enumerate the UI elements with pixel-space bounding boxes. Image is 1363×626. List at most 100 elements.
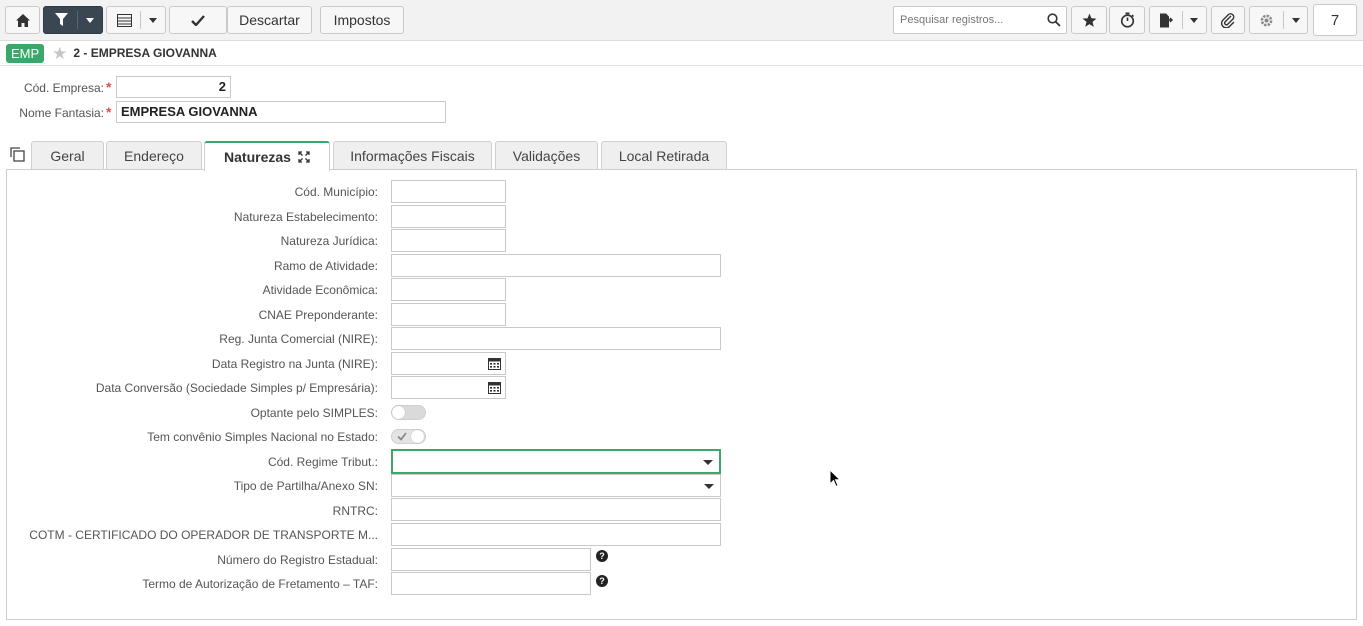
- nome-fantasia-field[interactable]: EMPRESA GIOVANNA: [116, 101, 446, 123]
- star-icon[interactable]: ★: [52, 45, 67, 62]
- mouse-cursor-icon: [829, 469, 841, 488]
- tab-local-retirada[interactable]: Local Retirada: [601, 141, 727, 170]
- rntrc-label: RNTRC:: [332, 504, 378, 518]
- numero-registro-estadual-input[interactable]: [391, 548, 591, 571]
- home-button[interactable]: [5, 6, 40, 34]
- cod-regime-tribut-label: Cód. Regime Tribut.:: [267, 455, 378, 469]
- search-box: [893, 6, 1067, 34]
- termo-autorizacao-input[interactable]: [391, 572, 591, 595]
- data-conversao-label: Data Conversão (Sociedade Simples p/ Emp…: [95, 381, 378, 395]
- gear-icon: [1260, 14, 1273, 26]
- filter-icon: [55, 13, 68, 26]
- discard-button[interactable]: Descartar: [227, 6, 312, 34]
- natureza-juridica-label: Natureza Jurídica:: [280, 234, 378, 248]
- required-marker: *: [106, 79, 112, 95]
- toolbar: Descartar Impostos 7: [0, 0, 1363, 41]
- stopwatch-icon: [1120, 12, 1134, 28]
- search-icon[interactable]: [1047, 13, 1061, 27]
- data-conversao-input[interactable]: [391, 376, 506, 399]
- cnae-preponderante-label: CNAE Preponderante:: [258, 308, 378, 322]
- tipo-partilha-label: Tipo de Partilha/Anexo SN:: [233, 479, 378, 493]
- divider: [0, 65, 1363, 66]
- record-counter-value: 7: [1330, 11, 1340, 29]
- filter-button[interactable]: [43, 6, 103, 34]
- tab-informacoes-fiscais[interactable]: Informações Fiscais: [333, 141, 492, 170]
- optante-simples-toggle[interactable]: [391, 405, 426, 420]
- ramo-atividade-input[interactable]: [391, 254, 721, 277]
- chevron-down-icon: [703, 460, 713, 465]
- breadcrumb: EMP ★ 2 - EMPRESA GIOVANNA: [6, 43, 217, 63]
- cod-regime-tribut-select[interactable]: [391, 449, 721, 474]
- home-icon: [15, 13, 30, 27]
- tab-naturezas[interactable]: Naturezas: [204, 141, 330, 171]
- search-input[interactable]: [898, 13, 1046, 27]
- natureza-juridica-input[interactable]: [391, 229, 506, 252]
- page-title: 2 - EMPRESA GIOVANNA: [73, 46, 217, 60]
- tab-label: Local Retirada: [618, 148, 710, 164]
- tipo-partilha-select[interactable]: [391, 474, 721, 497]
- export-button[interactable]: [1149, 6, 1207, 34]
- tab-label: Naturezas: [224, 149, 291, 165]
- favorite-button[interactable]: [1071, 6, 1107, 34]
- paperclip-icon: [1220, 13, 1235, 28]
- cod-empresa-label: Cód. Empresa:: [23, 81, 104, 95]
- tab-label: Geral: [50, 148, 85, 164]
- natureza-estabelecimento-label: Natureza Estabelecimento:: [233, 210, 378, 224]
- check-icon: [397, 432, 407, 441]
- view-mode-button[interactable]: [106, 6, 166, 34]
- chevron-down-icon[interactable]: [149, 18, 157, 23]
- rntrc-input[interactable]: [391, 498, 721, 521]
- tab-validacoes[interactable]: Validações: [495, 141, 598, 170]
- tab-endereco[interactable]: Endereço: [106, 141, 202, 170]
- tab-label: Informações Fiscais: [350, 148, 475, 164]
- cod-empresa-field[interactable]: 2: [116, 76, 231, 98]
- divider: [77, 11, 78, 29]
- confirm-button[interactable]: [169, 6, 227, 34]
- divider: [1182, 11, 1183, 29]
- atividade-economica-input[interactable]: [391, 278, 506, 301]
- reg-junta-comercial-label: Reg. Junta Comercial (NIRE):: [219, 332, 378, 346]
- cod-municipio-input[interactable]: [391, 180, 506, 203]
- tab-label: Validações: [512, 148, 581, 164]
- expand-icon[interactable]: [298, 151, 310, 163]
- record-counter[interactable]: 7: [1313, 4, 1357, 36]
- chevron-down-icon[interactable]: [86, 18, 94, 23]
- data-registro-junta-label: Data Registro na Junta (NIRE):: [211, 357, 378, 371]
- data-registro-junta-input[interactable]: [391, 352, 506, 375]
- numero-registro-estadual-label: Número do Registro Estadual:: [217, 553, 378, 567]
- divider: [1283, 11, 1284, 29]
- cod-municipio-label: Cód. Município:: [294, 185, 378, 199]
- help-icon[interactable]: ?: [596, 550, 608, 562]
- tab-label: Endereço: [124, 148, 184, 164]
- divider: [140, 11, 141, 29]
- calendar-icon[interactable]: [488, 381, 501, 394]
- convenio-simples-label: Tem convênio Simples Nacional no Estado:: [147, 430, 378, 444]
- chevron-down-icon[interactable]: [1292, 18, 1300, 23]
- toggle-knob: [411, 430, 424, 443]
- check-icon: [191, 14, 205, 26]
- entity-badge: EMP: [6, 43, 45, 63]
- chevron-down-icon[interactable]: [1190, 18, 1198, 23]
- cotm-label: COTM - CERTIFICADO DO OPERADOR DE TRANSP…: [29, 528, 378, 542]
- cnae-preponderante-input[interactable]: [391, 303, 506, 326]
- help-icon[interactable]: ?: [596, 575, 608, 587]
- toggle-knob: [392, 406, 405, 419]
- discard-label: Descartar: [239, 12, 300, 28]
- cotm-input[interactable]: [391, 523, 721, 546]
- reg-junta-comercial-input[interactable]: [391, 327, 721, 350]
- convenio-simples-toggle[interactable]: [391, 429, 426, 444]
- calendar-icon[interactable]: [488, 357, 501, 370]
- star-icon: [1082, 13, 1096, 27]
- timer-button[interactable]: [1109, 6, 1145, 34]
- ramo-atividade-label: Ramo de Atividade:: [273, 259, 378, 273]
- taxes-button[interactable]: Impostos: [320, 6, 404, 34]
- optante-simples-label: Optante pelo SIMPLES:: [250, 406, 378, 420]
- attachments-button[interactable]: [1211, 6, 1245, 34]
- atividade-economica-label: Atividade Econômica:: [262, 283, 378, 297]
- natureza-estabelecimento-input[interactable]: [391, 205, 506, 228]
- settings-button[interactable]: [1249, 6, 1308, 34]
- list-view-icon: [117, 13, 132, 27]
- termo-autorizacao-label: Termo de Autorização de Fretamento – TAF…: [142, 577, 378, 591]
- copy-icon[interactable]: [10, 147, 25, 162]
- tab-geral[interactable]: Geral: [31, 141, 104, 170]
